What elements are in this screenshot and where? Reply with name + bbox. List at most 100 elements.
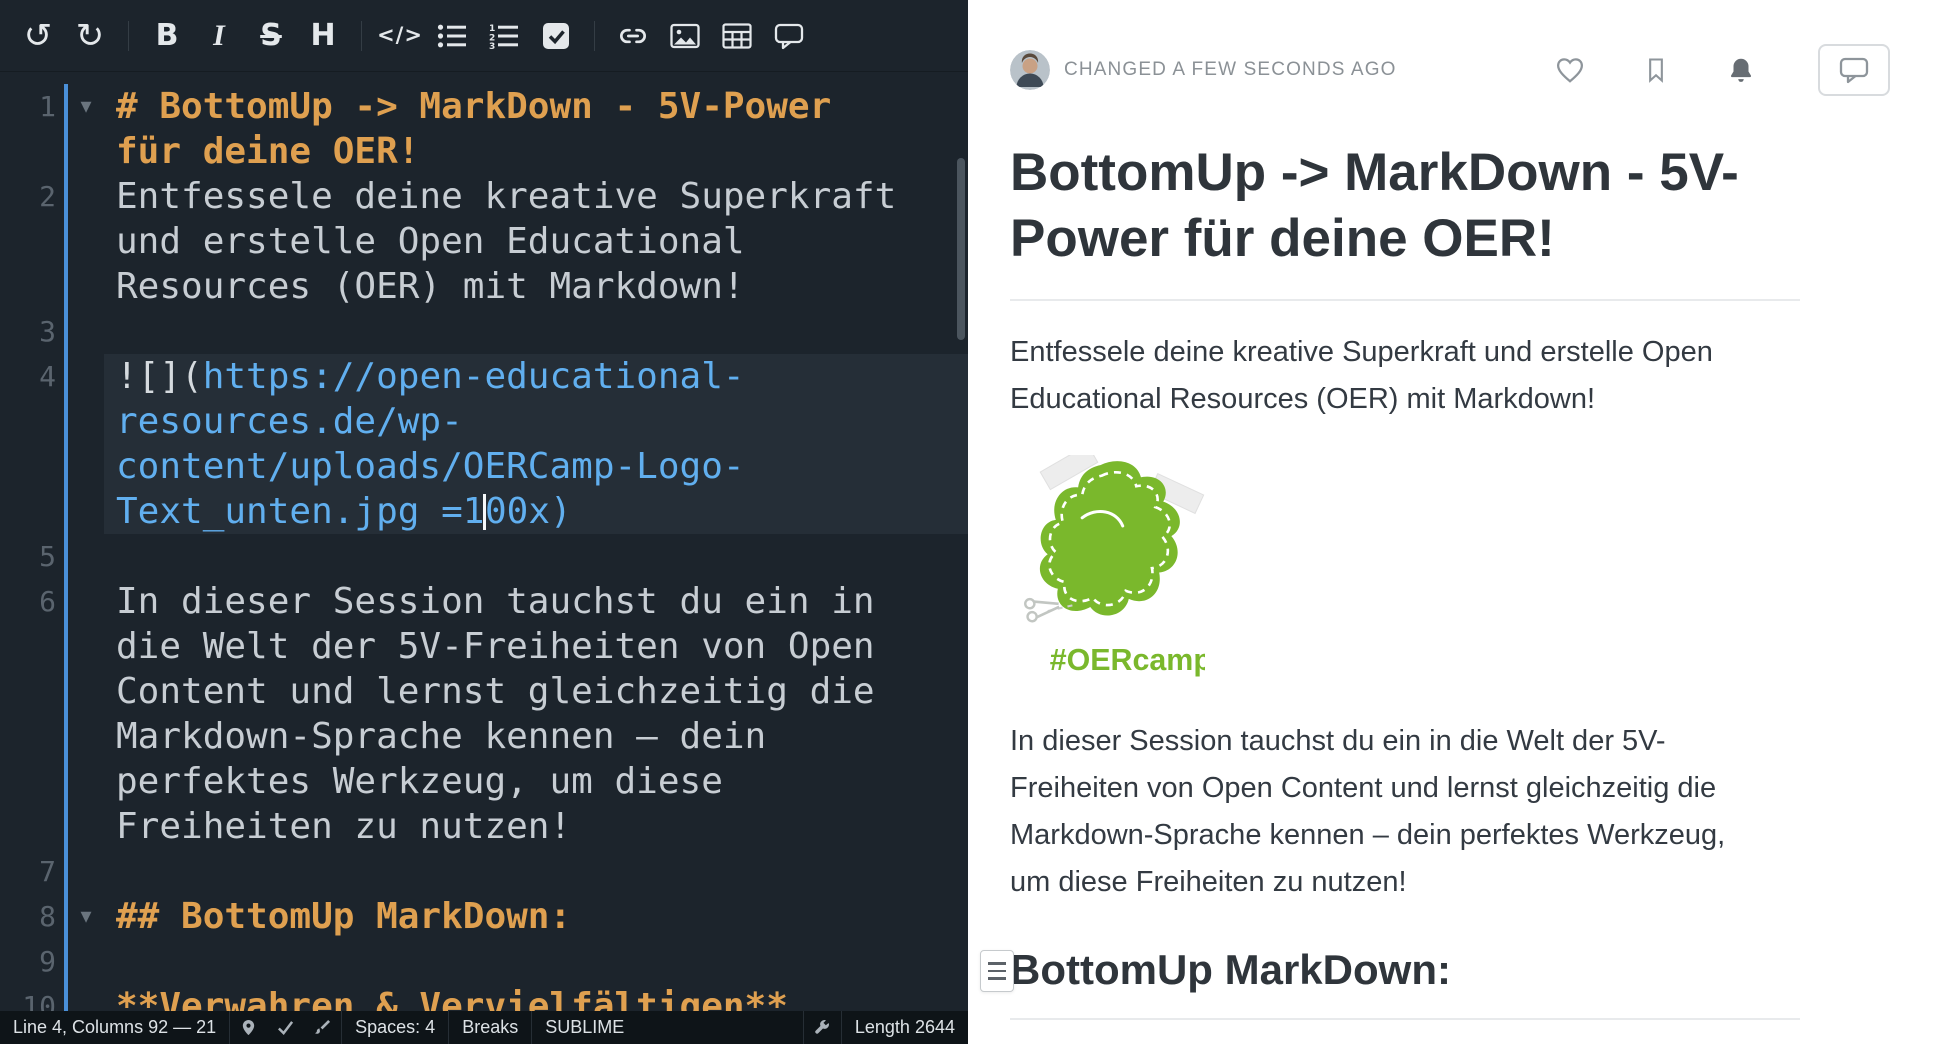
code-token-url: content/uploads/OERCamp-Logo- <box>116 446 745 487</box>
keymap-indicator[interactable]: SUBLIME <box>532 1017 637 1038</box>
section-heading: BottomUp MarkDown: <box>1010 946 1755 994</box>
line-number: 4 <box>0 354 64 399</box>
editor-row: und erstelle Open Educational <box>0 219 968 264</box>
line-number: 8 <box>0 894 64 939</box>
image-button[interactable] <box>659 11 711 61</box>
code-line[interactable] <box>104 939 968 984</box>
preview-pane: CHANGED A FEW SECONDS AGO Bot <box>968 0 1938 1044</box>
toolbar-separator <box>128 21 129 51</box>
image-icon <box>670 22 700 50</box>
code-button[interactable]: </> <box>374 11 426 61</box>
task-list-button[interactable] <box>530 11 582 61</box>
fold-gutter <box>68 804 104 849</box>
scissors-icon <box>1025 595 1061 623</box>
link-button[interactable] <box>607 11 659 61</box>
code-line[interactable]: resources.de/wp- <box>104 399 968 444</box>
numbered-list-button[interactable]: 1 2 3 <box>478 11 530 61</box>
heading-button[interactable]: H <box>297 11 349 61</box>
code-line[interactable]: und erstelle Open Educational <box>104 219 968 264</box>
oercamp-logo: #OERcamp <box>1010 455 1755 688</box>
code-line[interactable]: Freiheiten zu nutzen! <box>104 804 968 849</box>
bell-icon[interactable] <box>1726 54 1756 86</box>
fold-gutter <box>68 849 104 894</box>
preview-actions <box>1554 44 1890 96</box>
redo-button[interactable]: ↻ <box>64 11 116 61</box>
app-window: ↺ ↻ B I S H </> 1 2 3 <box>0 0 1938 1044</box>
breaks-indicator[interactable]: Breaks <box>449 1017 531 1038</box>
toolbar-separator <box>361 21 362 51</box>
spaces-indicator[interactable]: Spaces: 4 <box>342 1017 448 1038</box>
bookmark-icon[interactable] <box>1642 54 1670 86</box>
fold-gutter <box>68 669 104 714</box>
code-token-text: Freiheiten zu nutzen! <box>116 806 571 847</box>
divider-grip-line <box>988 962 1006 965</box>
bold-button[interactable]: B <box>141 11 193 61</box>
code-line[interactable] <box>104 534 968 579</box>
line-number: 3 <box>0 309 64 354</box>
oercamp-logo-text: #OERcamp <box>1050 643 1205 677</box>
table-button[interactable] <box>711 11 763 61</box>
fold-chevron-icon[interactable]: ▾ <box>68 894 104 939</box>
section-divider <box>1010 1018 1800 1020</box>
code-line[interactable]: Resources (OER) mit Markdown! <box>104 264 968 309</box>
code-line[interactable]: Entfessele deine kreative Superkraft <box>104 174 968 219</box>
brush-icon[interactable] <box>304 1019 341 1036</box>
code-token-text: Content und lernst gleichzeitig die <box>116 671 875 712</box>
code-line[interactable] <box>104 849 968 894</box>
code-editor[interactable]: 1▾# BottomUp -> MarkDown - 5V-Powerfür d… <box>0 72 968 1044</box>
editor-row: 3 <box>0 309 968 354</box>
editor-row: Text_unten.jpg =100x) <box>0 489 968 534</box>
editor-row: Markdown-Sprache kennen – dein <box>0 714 968 759</box>
wrench-icon[interactable] <box>804 1019 841 1036</box>
code-line[interactable]: content/uploads/OERCamp-Logo- <box>104 444 968 489</box>
code-token-text: und erstelle Open Educational <box>116 221 745 262</box>
editor-row: 7 <box>0 849 968 894</box>
bullet-list-button[interactable] <box>426 11 478 61</box>
line-number <box>0 129 64 174</box>
code-line[interactable]: # BottomUp -> MarkDown - 5V-Power <box>104 84 968 129</box>
code-line[interactable]: perfektes Werkzeug, um diese <box>104 759 968 804</box>
code-line[interactable]: In dieser Session tauchst du ein in <box>104 579 968 624</box>
code-token-text: die Welt der 5V-Freiheiten von Open <box>116 626 875 667</box>
strikethrough-button[interactable]: S <box>245 11 297 61</box>
editor-row: Freiheiten zu nutzen! <box>0 804 968 849</box>
code-line[interactable]: die Welt der 5V-Freiheiten von Open <box>104 624 968 669</box>
code-line[interactable] <box>104 309 968 354</box>
code-token-text: In dieser Session tauchst du ein in <box>116 581 875 622</box>
editor-row: 6In dieser Session tauchst du ein in <box>0 579 968 624</box>
code-line[interactable]: ## BottomUp MarkDown: <box>104 894 968 939</box>
pane-divider-handle[interactable] <box>980 950 1014 992</box>
preview-content: BottomUp -> MarkDown - 5V-Power für dein… <box>1010 140 1755 1020</box>
fold-gutter <box>68 624 104 669</box>
avatar[interactable] <box>1010 50 1050 90</box>
editor-scrollbar[interactable] <box>957 158 965 340</box>
code-line[interactable]: ![](https://open-educational- <box>104 354 968 399</box>
editor-row: 2 Entfessele deine kreative Superkraft <box>0 174 968 219</box>
code-line[interactable]: Text_unten.jpg =100x) <box>104 489 968 534</box>
code-token-url: https://open-educational- <box>203 356 745 397</box>
preview-header: CHANGED A FEW SECONDS AGO <box>1010 44 1890 96</box>
code-line[interactable]: für deine OER! <box>104 129 968 174</box>
code-line[interactable]: Markdown-Sprache kennen – dein <box>104 714 968 759</box>
line-number <box>0 714 64 759</box>
undo-icon: ↺ <box>24 19 53 53</box>
line-number: 2 <box>0 174 64 219</box>
open-comments-button[interactable] <box>1818 44 1890 96</box>
fold-gutter <box>68 174 104 219</box>
editor-row: resources.de/wp- <box>0 399 968 444</box>
check-icon[interactable] <box>267 1019 304 1036</box>
heading-icon: H <box>310 21 335 51</box>
code-line[interactable]: Content und lernst gleichzeitig die <box>104 669 968 714</box>
comment-icon <box>774 22 804 50</box>
pin-icon[interactable] <box>230 1019 267 1036</box>
fold-gutter <box>68 939 104 984</box>
fold-gutter <box>68 579 104 624</box>
italic-button[interactable]: I <box>193 11 245 61</box>
title-divider <box>1010 299 1800 301</box>
undo-button[interactable]: ↺ <box>12 11 64 61</box>
comment-button[interactable] <box>763 11 815 61</box>
fold-chevron-icon[interactable]: ▾ <box>68 84 104 129</box>
line-number <box>0 399 64 444</box>
intro-paragraph: Entfessele deine kreative Superkraft und… <box>1010 329 1755 423</box>
heart-icon[interactable] <box>1554 55 1586 85</box>
